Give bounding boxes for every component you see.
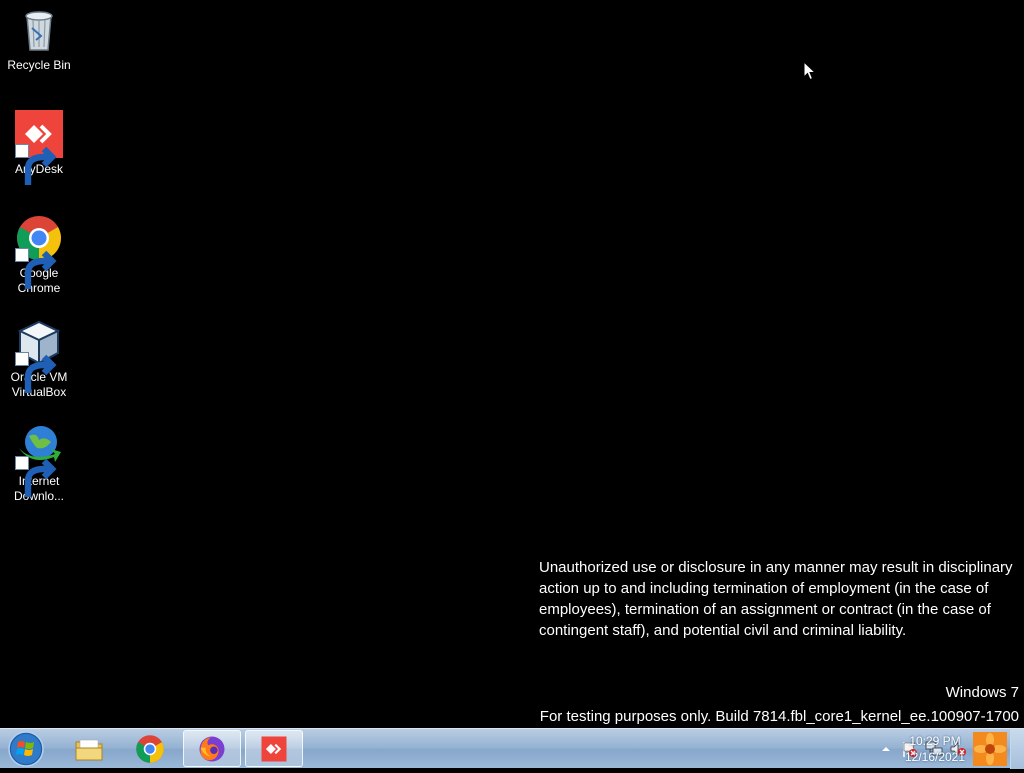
legal-notice: Unauthorized use or disclosure in any ma… xyxy=(539,559,1013,639)
shortcut-arrow-icon xyxy=(15,248,57,289)
shortcut-arrow-icon xyxy=(15,352,57,393)
start-button[interactable] xyxy=(4,730,48,768)
os-watermark-build: For testing purposes only. Build 7814.fb… xyxy=(539,708,1019,725)
chrome-icon xyxy=(15,214,63,289)
folder-icon xyxy=(75,739,103,760)
taskbar-anydesk[interactable] xyxy=(245,730,303,767)
desktop-icon-recycle-bin[interactable]: Recycle Bin xyxy=(2,2,76,73)
taskbar: 10:29 PM 12/16/2021 xyxy=(0,728,1024,769)
clock-time: 10:29 PM xyxy=(909,734,961,748)
anydesk-icon xyxy=(15,110,63,185)
mouse-cursor-icon xyxy=(803,60,817,81)
desktop-icon-label: Recycle Bin xyxy=(7,58,71,72)
taskbar-windows-explorer[interactable] xyxy=(60,730,118,767)
show-hidden-icons-arrow-icon[interactable] xyxy=(876,739,896,759)
user-tile-flower[interactable] xyxy=(973,732,1007,766)
desktop[interactable]: Recycle Bin AnyDesk Google Chrome Oracle… xyxy=(0,0,1024,728)
recycle-bin-icon xyxy=(15,6,63,54)
shortcut-arrow-icon xyxy=(15,144,57,185)
taskbar-mozilla-firefox[interactable] xyxy=(183,730,241,767)
system-clock[interactable]: 10:29 PM 12/16/2021 xyxy=(898,733,972,765)
internet-download-manager-icon xyxy=(15,422,63,497)
shortcut-arrow-icon xyxy=(15,456,57,497)
desktop-icon-internet-download-manager[interactable]: Internet Downlo... xyxy=(2,418,76,504)
taskbar-google-chrome[interactable] xyxy=(121,730,179,767)
clock-date: 12/16/2021 xyxy=(904,750,966,764)
os-watermark-title: Windows 7 xyxy=(945,684,1019,701)
show-desktop-button[interactable] xyxy=(1010,729,1024,769)
anydesk-icon xyxy=(261,736,287,761)
desktop-icon-google-chrome[interactable]: Google Chrome xyxy=(2,210,76,296)
chrome-icon xyxy=(136,734,164,763)
virtualbox-icon xyxy=(15,318,63,393)
desktop-icon-anydesk[interactable]: AnyDesk xyxy=(2,106,76,185)
desktop-icon-oracle-vm-virtualbox[interactable]: Oracle VM VirtualBox xyxy=(2,314,76,400)
windows-orb-icon xyxy=(8,731,44,767)
firefox-icon xyxy=(199,736,225,761)
